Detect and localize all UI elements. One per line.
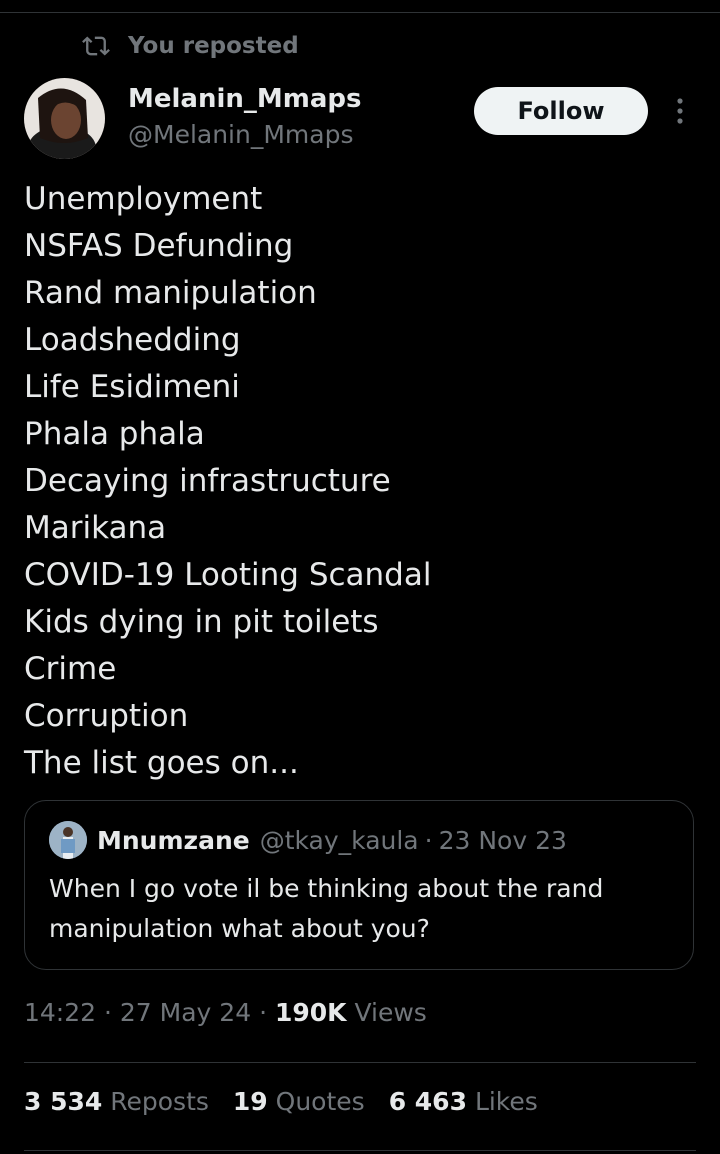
tweet-date[interactable]: 27 May 24	[120, 998, 251, 1027]
reposts-count: 3 534	[24, 1087, 103, 1116]
repost-icon	[82, 36, 110, 56]
tweet-line: The list goes on...	[24, 745, 299, 781]
repost-context-text: You reposted	[128, 33, 299, 59]
quoted-tweet-header: Mnumzane @tkay_kaula · 23 Nov 23	[49, 821, 567, 859]
tweet-line: Rand manipulation	[24, 275, 317, 311]
tweet-line: Decaying infrastructure	[24, 463, 391, 499]
follow-button[interactable]: Follow	[474, 87, 648, 135]
views-count: 190K	[274, 998, 347, 1027]
quoted-avatar-image	[49, 821, 87, 859]
author-display-name[interactable]: Melanin_Mmaps	[128, 80, 362, 118]
views-label: Views	[354, 998, 427, 1027]
tweet-line: NSFAS Defunding	[24, 228, 294, 264]
quoted-separator: ·	[424, 825, 433, 855]
author-block[interactable]: Melanin_Mmaps @Melanin_Mmaps	[128, 80, 362, 152]
quoted-date[interactable]: 23 Nov 23	[439, 826, 567, 855]
author-handle[interactable]: @Melanin_Mmaps	[128, 118, 362, 152]
tweet-line: Crime	[24, 651, 117, 687]
divider	[24, 1062, 696, 1063]
tweet-line: Phala phala	[24, 416, 205, 452]
repost-context[interactable]: You reposted	[82, 32, 299, 60]
quotes-count: 19	[232, 1087, 268, 1116]
tweet-line: Life Esidimeni	[24, 369, 240, 405]
quotes-label: Quotes	[275, 1087, 365, 1116]
quoted-tweet-card[interactable]: Mnumzane @tkay_kaula · 23 Nov 23 When I …	[24, 800, 694, 970]
quoted-handle[interactable]: @tkay_kaula	[260, 826, 419, 855]
likes-label: Likes	[474, 1087, 538, 1116]
reposts-label: Reposts	[110, 1087, 209, 1116]
quoted-avatar[interactable]	[49, 821, 87, 859]
tweet-line: Loadshedding	[24, 322, 241, 358]
tweet-line: COVID-19 Looting Scandal	[24, 557, 432, 593]
avatar-image	[24, 78, 105, 159]
engagement-stats: 3 534 Reposts 19 Quotes 6 463 Likes	[24, 1087, 562, 1116]
reposts-stat[interactable]: 3 534 Reposts	[24, 1087, 209, 1116]
quotes-stat[interactable]: 19 Quotes	[233, 1087, 365, 1116]
avatar[interactable]	[24, 78, 105, 159]
top-divider	[0, 12, 720, 13]
divider	[24, 1150, 696, 1151]
tweet-meta: 14:22 · 27 May 24 · 190K Views	[24, 998, 427, 1027]
meta-separator: ·	[259, 998, 268, 1027]
likes-count: 6 463	[388, 1087, 467, 1116]
quoted-display-name[interactable]: Mnumzane	[97, 826, 250, 855]
tweet-line: Corruption	[24, 698, 189, 734]
likes-stat[interactable]: 6 463 Likes	[389, 1087, 538, 1116]
more-icon[interactable]	[666, 95, 694, 127]
tweet-text: Unemployment NSFAS Defunding Rand manipu…	[24, 176, 704, 787]
meta-separator: ·	[104, 998, 112, 1027]
tweet-line: Marikana	[24, 510, 167, 546]
tweet-line: Kids dying in pit toilets	[24, 604, 379, 640]
tweet-time[interactable]: 14:22	[24, 998, 96, 1027]
tweet-line: Unemployment	[24, 181, 263, 217]
quoted-tweet-text: When I go vote il be thinking about the …	[49, 874, 604, 943]
